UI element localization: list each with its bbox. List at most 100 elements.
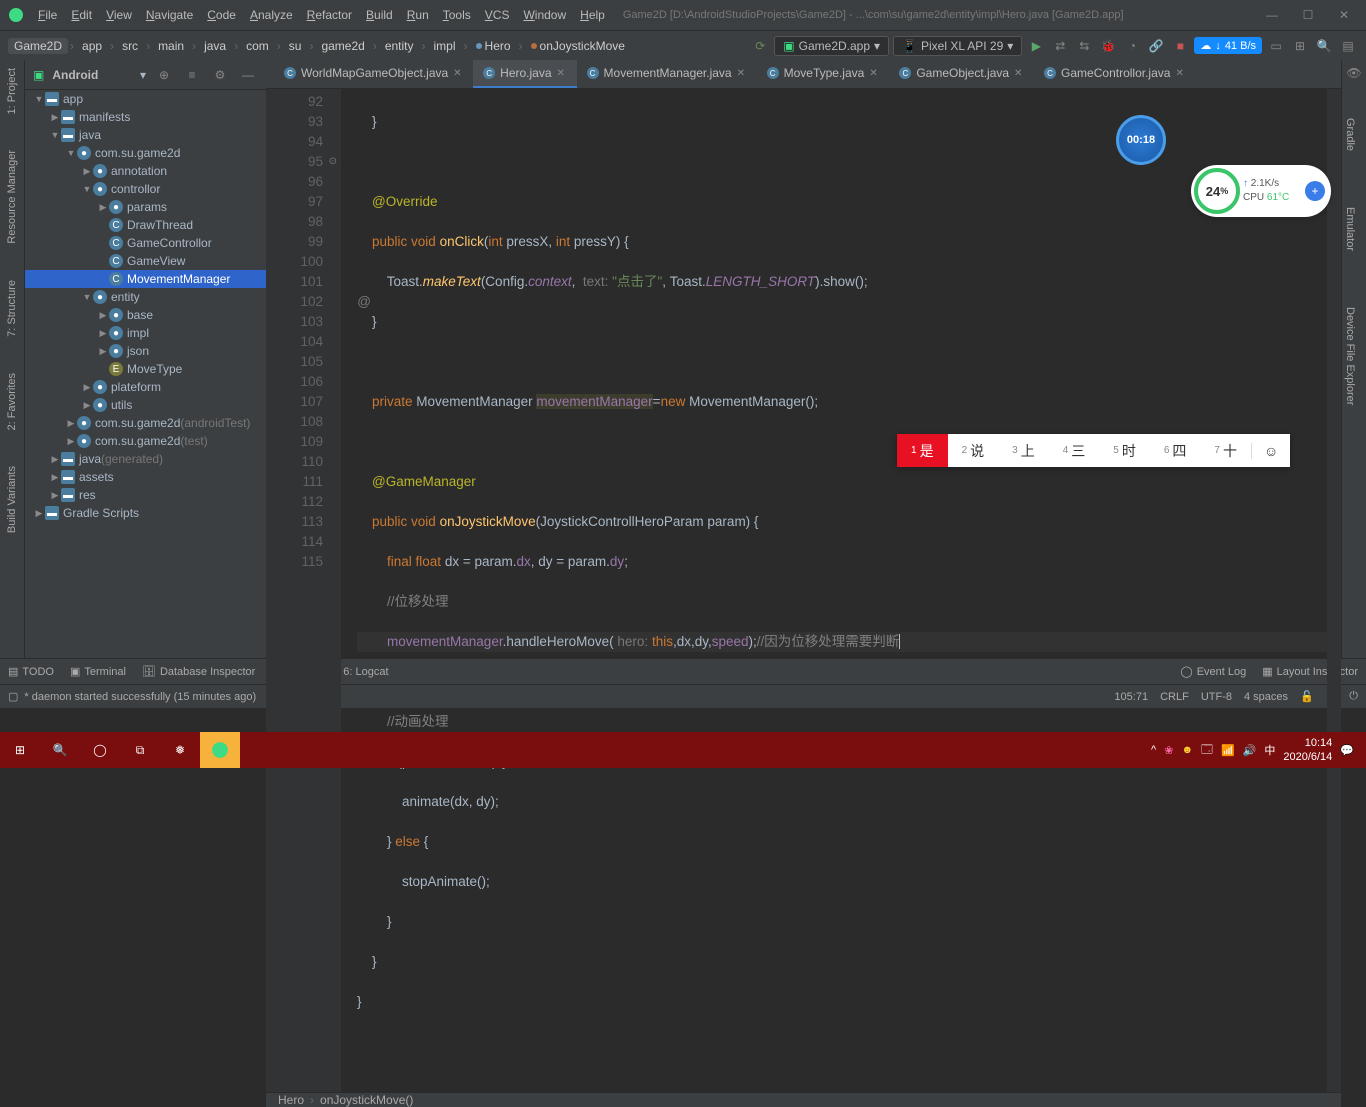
- tree-node-gameview[interactable]: CGameView: [25, 252, 266, 270]
- tree-node-com-su-game2d[interactable]: ▶●com.su.game2d (androidTest): [25, 414, 266, 432]
- cpu-monitor-widget[interactable]: 24% ↑ 2.1K/s CPU 61°C +: [1191, 165, 1331, 217]
- tree-node-java[interactable]: ▶▬java (generated): [25, 450, 266, 468]
- menu-refactor[interactable]: Refactor: [301, 6, 358, 24]
- breadcrumb-java[interactable]: java: [198, 38, 232, 54]
- breadcrumb-impl[interactable]: impl: [428, 38, 462, 54]
- tab-hero[interactable]: CHero.java✕: [473, 60, 576, 88]
- tree-node-drawthread[interactable]: CDrawThread: [25, 216, 266, 234]
- breadcrumb-game2d[interactable]: Game2D: [8, 38, 68, 54]
- tray-volume-icon[interactable]: 🔊: [1243, 744, 1257, 757]
- stop-button[interactable]: ■: [1170, 36, 1190, 56]
- tree-node-impl[interactable]: ▶●impl: [25, 324, 266, 342]
- left-tab-1[interactable]: Resource Manager: [4, 142, 20, 252]
- minimize-button[interactable]: —: [1262, 5, 1282, 25]
- right-tab-1[interactable]: Emulator: [1342, 199, 1358, 259]
- ime-candidate-3[interactable]: 3 上: [998, 434, 1049, 467]
- terminal-tool-button[interactable]: ▣ Terminal: [70, 665, 126, 678]
- action-center-icon[interactable]: 💬: [1340, 744, 1354, 757]
- close-icon[interactable]: ✕: [869, 68, 879, 78]
- breadcrumb-main[interactable]: main: [152, 38, 190, 54]
- tray-icon-2[interactable]: ☻: [1181, 744, 1193, 756]
- tab-worldmapgameobject[interactable]: CWorldMapGameObject.java✕: [274, 60, 473, 88]
- task-view-button[interactable]: ⧉: [120, 732, 160, 768]
- timer-widget[interactable]: 00:18: [1116, 115, 1166, 165]
- select-file-icon[interactable]: ⊕: [154, 65, 174, 85]
- tree-node-java[interactable]: ▼▬java: [25, 126, 266, 144]
- close-icon[interactable]: ✕: [1175, 68, 1185, 78]
- left-tab-2[interactable]: 7: Structure: [4, 272, 20, 345]
- menu-edit[interactable]: Edit: [65, 6, 98, 24]
- tree-node-gamecontrollor[interactable]: CGameControllor: [25, 234, 266, 252]
- close-icon[interactable]: ✕: [557, 68, 567, 78]
- left-tab-3[interactable]: 2: Favorites: [4, 365, 20, 438]
- breadcrumb-onjoystickmove[interactable]: onJoystickMove: [525, 38, 631, 54]
- ime-emoji-icon[interactable]: ☺: [1251, 443, 1290, 459]
- ime-candidate-1[interactable]: 1 是: [897, 434, 948, 467]
- left-tab-4[interactable]: Build Variants: [4, 458, 20, 541]
- breadcrumb-hero[interactable]: Hero: [470, 38, 517, 54]
- menu-tools[interactable]: Tools: [437, 6, 477, 24]
- tree-node-app[interactable]: ▼▬app: [25, 90, 266, 108]
- breadcrumb-app[interactable]: app: [76, 38, 108, 54]
- tree-node-movementmanager[interactable]: CMovementManager: [25, 270, 266, 288]
- tree-node-base[interactable]: ▶●base: [25, 306, 266, 324]
- menu-vcs[interactable]: VCS: [479, 6, 516, 24]
- plus-icon[interactable]: +: [1305, 181, 1325, 201]
- close-icon[interactable]: ✕: [737, 68, 747, 78]
- ime-candidate-bar[interactable]: 1 是2 说3 上4 三5 时6 四7 十☺: [897, 434, 1290, 467]
- method-breadcrumb[interactable]: onJoystickMove(): [320, 1093, 413, 1107]
- ime-candidate-7[interactable]: 7 十: [1200, 434, 1251, 467]
- search-button[interactable]: 🔍: [40, 732, 80, 768]
- run-button[interactable]: ▶: [1026, 36, 1046, 56]
- avd-manager-icon[interactable]: ▭: [1266, 36, 1286, 56]
- debug-button[interactable]: 🐞: [1098, 36, 1118, 56]
- attach-debugger-icon[interactable]: 🔗: [1146, 36, 1166, 56]
- left-tab-0[interactable]: 1: Project: [4, 60, 20, 122]
- tab-gamecontrollor[interactable]: CGameControllor.java✕: [1034, 60, 1195, 88]
- tree-node-manifests[interactable]: ▶▬manifests: [25, 108, 266, 126]
- apply-code-icon[interactable]: ⇆: [1074, 36, 1094, 56]
- tree-node-json[interactable]: ▶●json: [25, 342, 266, 360]
- menu-view[interactable]: View: [100, 6, 138, 24]
- power-save-icon[interactable]: ⏻: [1349, 690, 1358, 703]
- tree-node-com-su-game2d[interactable]: ▼●com.su.game2d: [25, 144, 266, 162]
- menu-window[interactable]: Window: [517, 6, 572, 24]
- class-breadcrumb[interactable]: Hero: [278, 1093, 304, 1107]
- tab-movementmanager[interactable]: CMovementManager.java✕: [577, 60, 757, 88]
- ime-candidate-5[interactable]: 5 时: [1099, 434, 1150, 467]
- tree-node-movetype[interactable]: EMoveType: [25, 360, 266, 378]
- run-config-selector[interactable]: ▣Game2D.app▾: [774, 36, 889, 56]
- tree-node-gradle scripts[interactable]: ▶▬Gradle Scripts: [25, 504, 266, 522]
- cortana-button[interactable]: ◯: [80, 732, 120, 768]
- tab-movetype[interactable]: CMoveType.java✕: [757, 60, 890, 88]
- right-tab-0[interactable]: Gradle: [1342, 110, 1358, 159]
- tray-chevron-icon[interactable]: ^: [1151, 744, 1156, 756]
- taskbar-app-1[interactable]: ❅: [160, 732, 200, 768]
- todo-tool-button[interactable]: ▤ TODO: [8, 665, 54, 678]
- device-selector[interactable]: 📱Pixel XL API 29▾: [893, 36, 1022, 56]
- menu-analyze[interactable]: Analyze: [244, 6, 299, 24]
- sync-icon[interactable]: ⟳: [750, 36, 770, 56]
- breadcrumb-su[interactable]: su: [283, 38, 308, 54]
- hide-icon[interactable]: —: [238, 65, 258, 85]
- android-studio-taskbar[interactable]: [200, 732, 240, 768]
- gear-icon[interactable]: ⚙: [210, 65, 230, 85]
- sdk-manager-icon[interactable]: ⊞: [1290, 36, 1310, 56]
- menu-file[interactable]: File: [32, 6, 63, 24]
- breadcrumb-src[interactable]: src: [116, 38, 144, 54]
- tray-ime-indicator[interactable]: 中: [1264, 742, 1275, 758]
- tree-node-plateform[interactable]: ▶●plateform: [25, 378, 266, 396]
- tree-node-controllor[interactable]: ▼●controllor: [25, 180, 266, 198]
- start-button[interactable]: ⊞: [0, 732, 40, 768]
- tray-wifi-icon[interactable]: 📶: [1221, 744, 1235, 757]
- menu-build[interactable]: Build: [360, 6, 399, 24]
- system-clock[interactable]: 10:142020/6/14: [1283, 736, 1332, 765]
- tab-gameobject[interactable]: CGameObject.java✕: [889, 60, 1034, 88]
- menu-code[interactable]: Code: [201, 6, 242, 24]
- profile-icon[interactable]: ◔: [1122, 36, 1142, 56]
- ime-candidate-4[interactable]: 4 三: [1049, 434, 1100, 467]
- tree-node-annotation[interactable]: ▶●annotation: [25, 162, 266, 180]
- database-tool-button[interactable]: 🗄 Database Inspector: [142, 665, 255, 678]
- close-icon[interactable]: ✕: [1014, 68, 1024, 78]
- search-icon[interactable]: 🔍: [1314, 36, 1334, 56]
